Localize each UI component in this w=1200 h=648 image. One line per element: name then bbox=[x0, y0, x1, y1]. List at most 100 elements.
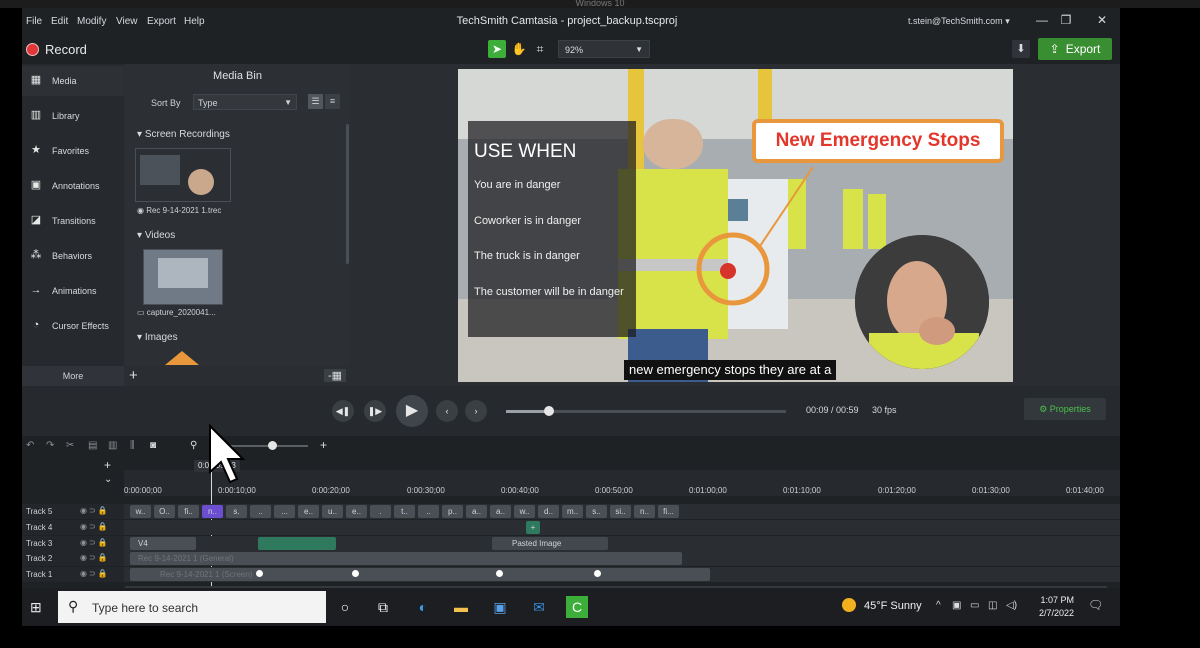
pasted-image-clip[interactable]: Pasted Image bbox=[492, 537, 608, 550]
menu-help[interactable]: Help bbox=[184, 16, 205, 27]
undo-icon[interactable]: ↶ bbox=[26, 440, 34, 451]
add-icon[interactable]: + bbox=[129, 367, 138, 384]
track-4-row[interactable]: + bbox=[124, 520, 1120, 535]
caption-clip[interactable]: t.. bbox=[394, 505, 415, 518]
detail-view-icon[interactable]: ☰ bbox=[308, 94, 323, 109]
cortana-icon[interactable]: ○ bbox=[334, 596, 356, 618]
select-tool-icon[interactable]: ➤ bbox=[488, 40, 506, 58]
track-visibility-icon[interactable]: ◉⊃🔒 bbox=[80, 569, 110, 578]
callout-clip[interactable] bbox=[258, 537, 336, 550]
sidebar-item-behaviors[interactable]: ⁂ Behaviors bbox=[22, 241, 124, 271]
caption-clip[interactable]: n.. bbox=[634, 505, 655, 518]
redo-icon[interactable]: ↷ bbox=[46, 440, 54, 451]
caption-clip[interactable]: w.. bbox=[514, 505, 535, 518]
previous-icon[interactable]: ‹ bbox=[436, 400, 458, 422]
task-view-icon[interactable]: ⧉ bbox=[372, 596, 394, 618]
step-forward-icon[interactable]: ❚▶ bbox=[364, 400, 386, 422]
minimize-icon[interactable]: — bbox=[1032, 13, 1052, 27]
account-menu[interactable]: t.stein@TechSmith.com ▾ bbox=[908, 16, 1010, 27]
caption-clip[interactable]: a.. bbox=[466, 505, 487, 518]
section-videos[interactable]: ▾ Videos bbox=[137, 230, 175, 241]
image-thumbnail[interactable] bbox=[165, 351, 199, 365]
section-images[interactable]: ▾ Images bbox=[137, 332, 178, 343]
keyframe[interactable] bbox=[256, 570, 263, 577]
track-visibility-icon[interactable]: ◉⊃🔒 bbox=[80, 538, 110, 547]
caption-clip[interactable]: d.. bbox=[538, 505, 559, 518]
snapshot-icon[interactable]: ◙ bbox=[150, 440, 156, 451]
zoom-in-icon[interactable]: + bbox=[320, 438, 327, 452]
caption-clip[interactable]: si.. bbox=[610, 505, 631, 518]
sidebar-item-transitions[interactable]: ◪ Transitions bbox=[22, 206, 124, 236]
menu-file[interactable]: File bbox=[26, 16, 42, 27]
caption-clip[interactable]: fi... bbox=[658, 505, 679, 518]
tray-chevron-icon[interactable]: ^ bbox=[936, 600, 941, 611]
track-header[interactable]: Track 5 ◉⊃🔒 bbox=[22, 504, 124, 519]
windows-start-icon[interactable]: ⊞ bbox=[30, 599, 42, 616]
screen-recording-thumbnail[interactable] bbox=[135, 148, 231, 202]
section-screen-recordings[interactable]: ▾ Screen Recordings bbox=[137, 129, 230, 140]
tray-app-icon[interactable]: ▣ bbox=[952, 600, 961, 611]
timeline-zoom-handle[interactable] bbox=[268, 441, 277, 450]
keyframe[interactable] bbox=[352, 570, 359, 577]
caption-clip[interactable]: .. bbox=[250, 505, 271, 518]
track-2-row[interactable]: Rec 9-14-2021 1 (General) bbox=[124, 551, 1120, 566]
timeline-ruler[interactable]: 0:00:00;00 0:00:10;00 0:00:20;00 0:00:30… bbox=[124, 470, 1120, 496]
weather-text[interactable]: 45°F Sunny bbox=[864, 600, 922, 612]
menu-modify[interactable]: Modify bbox=[77, 16, 106, 27]
battery-icon[interactable]: ▭ bbox=[970, 600, 979, 611]
mail-icon[interactable]: ✉ bbox=[528, 596, 550, 618]
keyframe[interactable] bbox=[496, 570, 503, 577]
caption-clip[interactable]: O.. bbox=[154, 505, 175, 518]
crop-tool-icon[interactable]: ⌗ bbox=[531, 40, 549, 58]
taskbar-clock[interactable]: 1:07 PM 2/7/2022 bbox=[1034, 594, 1074, 620]
caption-clip[interactable]: p.. bbox=[442, 505, 463, 518]
download-icon[interactable]: ⬇ bbox=[1012, 40, 1030, 58]
camtasia-icon[interactable]: C bbox=[566, 596, 588, 618]
caption-clip[interactable]: s. bbox=[226, 505, 247, 518]
sidebar-item-library[interactable]: ▥ Library bbox=[22, 101, 124, 131]
video-thumbnail[interactable] bbox=[143, 249, 223, 305]
sidebar-item-favorites[interactable]: ★ Favorites bbox=[22, 136, 124, 166]
caption-clip[interactable]: fi.. bbox=[178, 505, 199, 518]
next-icon[interactable]: › bbox=[465, 400, 487, 422]
track-header[interactable]: Track 2 ◉⊃🔒 bbox=[22, 551, 124, 566]
sort-dropdown[interactable]: Type ▼ bbox=[193, 94, 297, 110]
add-track-icon[interactable]: + bbox=[104, 458, 111, 472]
caption-clip[interactable]: e.. bbox=[346, 505, 367, 518]
pan-tool-icon[interactable]: ✋ bbox=[510, 40, 528, 58]
play-icon[interactable]: ▶ bbox=[396, 395, 428, 427]
caption-clip[interactable]: w.. bbox=[130, 505, 151, 518]
track-header[interactable]: Track 4 ◉⊃🔒 bbox=[22, 520, 124, 535]
caption-clip[interactable]: n.. bbox=[202, 505, 223, 518]
caption-clip[interactable]: u.. bbox=[322, 505, 343, 518]
caption-clip[interactable]: s.. bbox=[586, 505, 607, 518]
sidebar-item-annotations[interactable]: ▣ Annotations bbox=[22, 171, 124, 201]
track-header[interactable]: Track 1 ◉⊃🔒 bbox=[22, 567, 124, 582]
step-back-icon[interactable]: ◀❚ bbox=[332, 400, 354, 422]
notifications-icon[interactable]: 🗨 bbox=[1088, 598, 1103, 612]
track-5-row[interactable]: w.. O.. fi.. n.. s...... e.. u.. e... t.... p.. a.… bbox=[124, 504, 1120, 519]
menu-edit[interactable]: Edit bbox=[51, 16, 68, 27]
media-bin-scrollbar[interactable] bbox=[346, 124, 349, 264]
edge-icon[interactable]: ◐ bbox=[412, 596, 434, 618]
split-icon[interactable]: ⫼ bbox=[130, 440, 135, 451]
scrub-handle[interactable] bbox=[543, 406, 554, 416]
export-button[interactable]: ⇪ Export bbox=[1038, 38, 1112, 60]
menu-export[interactable]: Export bbox=[147, 16, 176, 27]
track-1-row[interactable]: Rec 9-14-2021 1 (Screen) bbox=[124, 567, 1120, 582]
track-visibility-icon[interactable]: ◉⊃🔒 bbox=[80, 522, 110, 531]
screen-recording-clip[interactable]: Rec 9-14-2021 1 (Screen) bbox=[130, 568, 710, 581]
general-recording-clip[interactable]: Rec 9-14-2021 1 (General) bbox=[130, 552, 682, 565]
close-icon[interactable]: ✕ bbox=[1092, 13, 1112, 27]
copy-icon[interactable]: ▤ bbox=[88, 440, 97, 451]
caption-clip[interactable]: ... bbox=[274, 505, 295, 518]
track-3-row[interactable]: V4 Pasted Image bbox=[124, 536, 1120, 551]
caption-clip[interactable]: .. bbox=[418, 505, 439, 518]
chevron-down-icon[interactable]: ⌄ bbox=[104, 474, 112, 485]
v4-clip[interactable]: V4 bbox=[130, 537, 196, 550]
volume-icon[interactable]: ◁) bbox=[1006, 600, 1017, 611]
taskbar-search[interactable]: ⚲ Type here to search bbox=[58, 591, 326, 623]
sidebar-item-animations[interactable]: → Animations bbox=[22, 276, 124, 306]
store-icon[interactable]: ▣ bbox=[489, 596, 511, 618]
file-explorer-icon[interactable]: ▬ bbox=[450, 596, 472, 618]
